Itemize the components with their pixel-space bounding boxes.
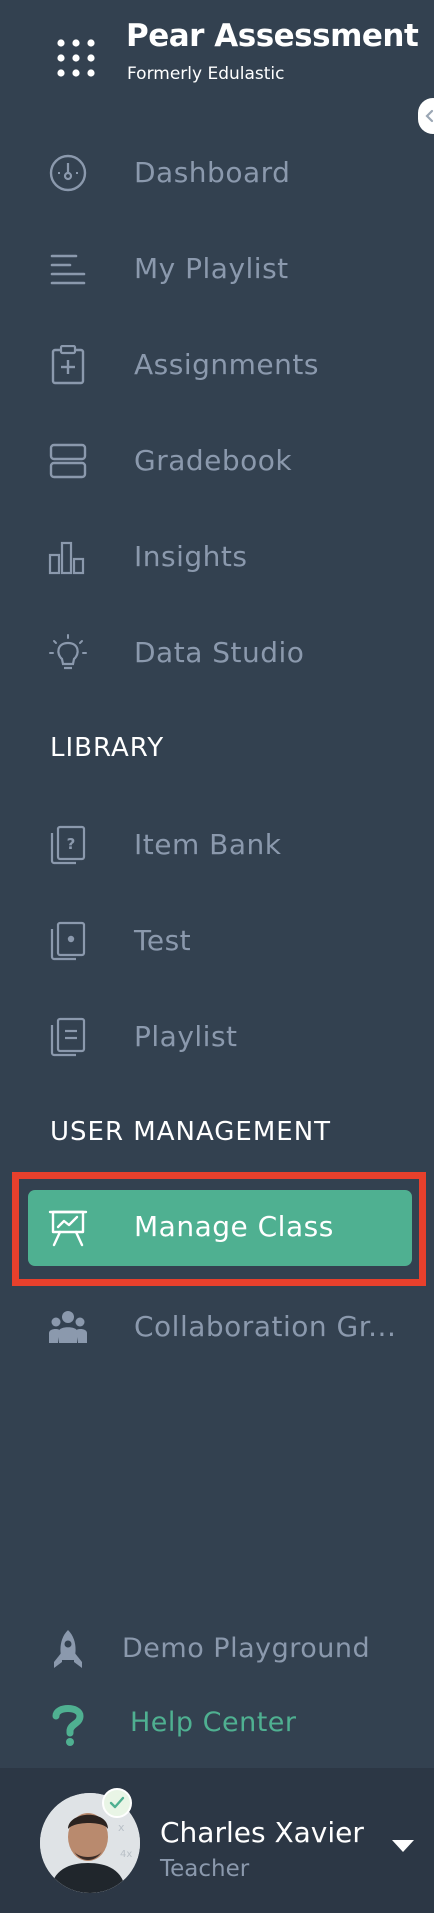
section-heading-library: LIBRARY [50,733,165,763]
svg-text:?: ? [67,835,76,853]
question-cards-icon: ? [50,825,86,865]
dashboard-icon [49,154,87,192]
lightbulb-icon [49,634,87,670]
nav-item-data-studio[interactable]: Data Studio [0,618,434,688]
clipboard-plus-icon [51,345,85,385]
svg-text:4x: 4x [120,1849,132,1860]
presentation-board-icon [48,1210,88,1247]
nav-label-dashboard: Dashboard [134,156,291,189]
nav-label-assignments: Assignments [134,348,319,381]
bar-chart-icon [48,541,85,575]
user-name: Charles Xavier [160,1816,364,1849]
nav-item-dashboard[interactable]: Dashboard [0,138,434,208]
collapse-sidebar-button[interactable] [418,98,434,134]
brand-title: Pear Assessment [126,18,419,54]
nav-item-gradebook[interactable]: Gradebook [0,426,434,496]
group-icon [49,1311,87,1343]
nav-label-manage-class: Manage Class [134,1210,334,1243]
nav-label-insights: Insights [134,540,248,573]
user-profile-footer[interactable]: x 4x Charles Xavier Teacher [0,1768,434,1913]
nav-item-item-bank[interactable]: ? Item Bank [0,810,434,880]
help-center-label: Help Center [130,1707,297,1738]
help-center-link[interactable]: Help Center [0,1694,434,1754]
section-heading-user-management: USER MANAGEMENT [50,1117,332,1147]
nav-item-my-playlist[interactable]: My Playlist [0,234,434,304]
playlist-cards-icon [50,1017,86,1057]
nav-label-test: Test [134,924,192,957]
demo-playground-link[interactable]: Demo Playground [0,1620,434,1680]
nav-label-collaboration-groups: Collaboration Gr... [134,1310,394,1343]
test-cards-icon [50,921,86,961]
svg-text:x: x [118,1821,125,1834]
question-mark-icon [52,1705,84,1746]
nav-item-manage-class[interactable]: Manage Class [28,1190,412,1266]
nav-label-item-bank: Item Bank [134,828,282,861]
nav-label-gradebook: Gradebook [134,444,293,477]
online-status-badge [102,1788,132,1818]
nav-item-collaboration-groups[interactable]: Collaboration Gr... [0,1292,434,1362]
nav-item-playlist[interactable]: Playlist [0,1002,434,1072]
check-icon [109,1796,125,1809]
playlist-lines-icon [50,254,86,285]
nav-item-test[interactable]: Test [0,906,434,976]
nav-label-data-studio: Data Studio [134,636,305,669]
rocket-icon [54,1630,82,1668]
nav-label-my-playlist: My Playlist [134,252,289,285]
caret-down-icon[interactable] [390,1836,416,1856]
sidebar: Pear Assessment Formerly Edulastic Dashb… [0,0,434,1913]
demo-playground-label: Demo Playground [122,1633,371,1664]
chevron-left-icon [425,109,434,123]
user-role: Teacher [160,1856,250,1882]
brand-header: Pear Assessment Formerly Edulastic [0,0,434,100]
nav-label-playlist: Playlist [134,1020,238,1053]
app-switcher-icon[interactable] [56,38,96,78]
nav-item-insights[interactable]: Insights [0,522,434,592]
nav-item-assignments[interactable]: Assignments [0,330,434,400]
gradebook-icon [49,443,87,479]
brand-subtitle: Formerly Edulastic [127,64,285,84]
